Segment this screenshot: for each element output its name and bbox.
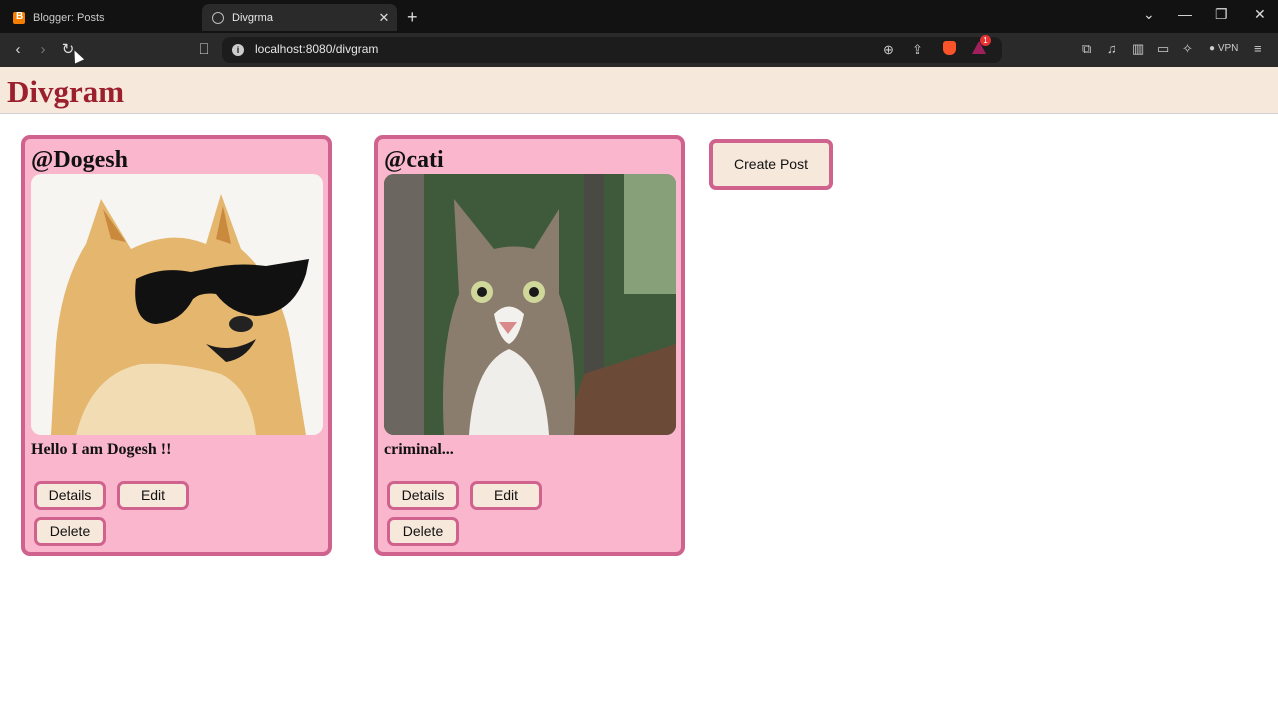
- media-icon[interactable]: ♫: [1107, 41, 1117, 56]
- delete-button[interactable]: Delete: [387, 517, 459, 546]
- details-button[interactable]: Details: [387, 481, 459, 510]
- brave-shields-icon[interactable]: [943, 41, 956, 55]
- blogger-favicon-icon: [13, 11, 25, 24]
- vpn-label: VPN: [1217, 43, 1239, 54]
- minimize-icon[interactable]: —: [1178, 6, 1192, 22]
- bookmark-icon[interactable]: ⎕: [194, 40, 214, 60]
- leo-ai-icon[interactable]: ✧: [1182, 41, 1193, 57]
- edit-button[interactable]: Edit: [117, 481, 189, 510]
- share-icon[interactable]: ⇪: [912, 42, 923, 58]
- url-text[interactable]: localhost:8080/divgram: [255, 42, 378, 56]
- forward-icon[interactable]: ›: [33, 40, 53, 60]
- delete-button[interactable]: Delete: [34, 517, 106, 546]
- post-card-cati: @cati criminal... Details Edit Delete: [374, 135, 685, 556]
- vpn-button[interactable]: ● VPN: [1209, 43, 1238, 54]
- post-username: @cati: [384, 147, 444, 173]
- rewards-badge: 1: [980, 35, 991, 46]
- edit-button[interactable]: Edit: [470, 481, 542, 510]
- create-post-button[interactable]: Create Post: [709, 139, 833, 190]
- post-image-cat: [384, 174, 676, 435]
- tab-title: Blogger: Posts: [33, 11, 105, 24]
- app-title: Divgram: [7, 74, 125, 109]
- post-username: @Dogesh: [31, 147, 128, 173]
- app-header: Divgram: [0, 67, 1278, 114]
- post-image-doge: [31, 174, 323, 435]
- new-tab-icon[interactable]: +: [407, 7, 418, 28]
- browser-tabbar: Blogger: Posts Divgrma ✕ + ⌄ — ❐ ✕: [0, 0, 1278, 33]
- menu-icon[interactable]: ≡: [1254, 41, 1262, 56]
- globe-favicon-icon: [212, 11, 224, 24]
- sidebar-icon[interactable]: ▥: [1132, 41, 1144, 57]
- details-button[interactable]: Details: [34, 481, 106, 510]
- site-info-icon[interactable]: i: [232, 44, 244, 56]
- address-bar[interactable]: i localhost:8080/divgram ⊕ ⇪: [222, 37, 1002, 63]
- close-window-icon[interactable]: ✕: [1254, 6, 1266, 23]
- post-card-dogesh: @Dogesh Hello I am Dogesh !! Details Edi…: [21, 135, 332, 556]
- extensions-icon[interactable]: ⧉: [1082, 41, 1091, 57]
- back-icon[interactable]: ‹: [8, 40, 28, 60]
- wallet-icon[interactable]: ▭: [1157, 41, 1169, 57]
- browser-toolbar: ‹ › ↻ ⎕ i localhost:8080/divgram ⊕ ⇪ 1 ⧉…: [0, 33, 1278, 67]
- tab-blogger-posts[interactable]: Blogger: Posts: [6, 4, 196, 31]
- tab-title: Divgrma: [232, 11, 273, 24]
- restore-icon[interactable]: ❐: [1215, 6, 1228, 23]
- close-tab-icon[interactable]: ✕: [377, 10, 391, 26]
- zoom-icon[interactable]: ⊕: [883, 42, 894, 58]
- post-caption: Hello I am Dogesh !!: [31, 441, 172, 458]
- tab-divgram[interactable]: Divgrma ✕: [202, 4, 397, 31]
- tab-search-chevron-icon[interactable]: ⌄: [1143, 6, 1155, 23]
- post-caption: criminal...: [384, 441, 454, 458]
